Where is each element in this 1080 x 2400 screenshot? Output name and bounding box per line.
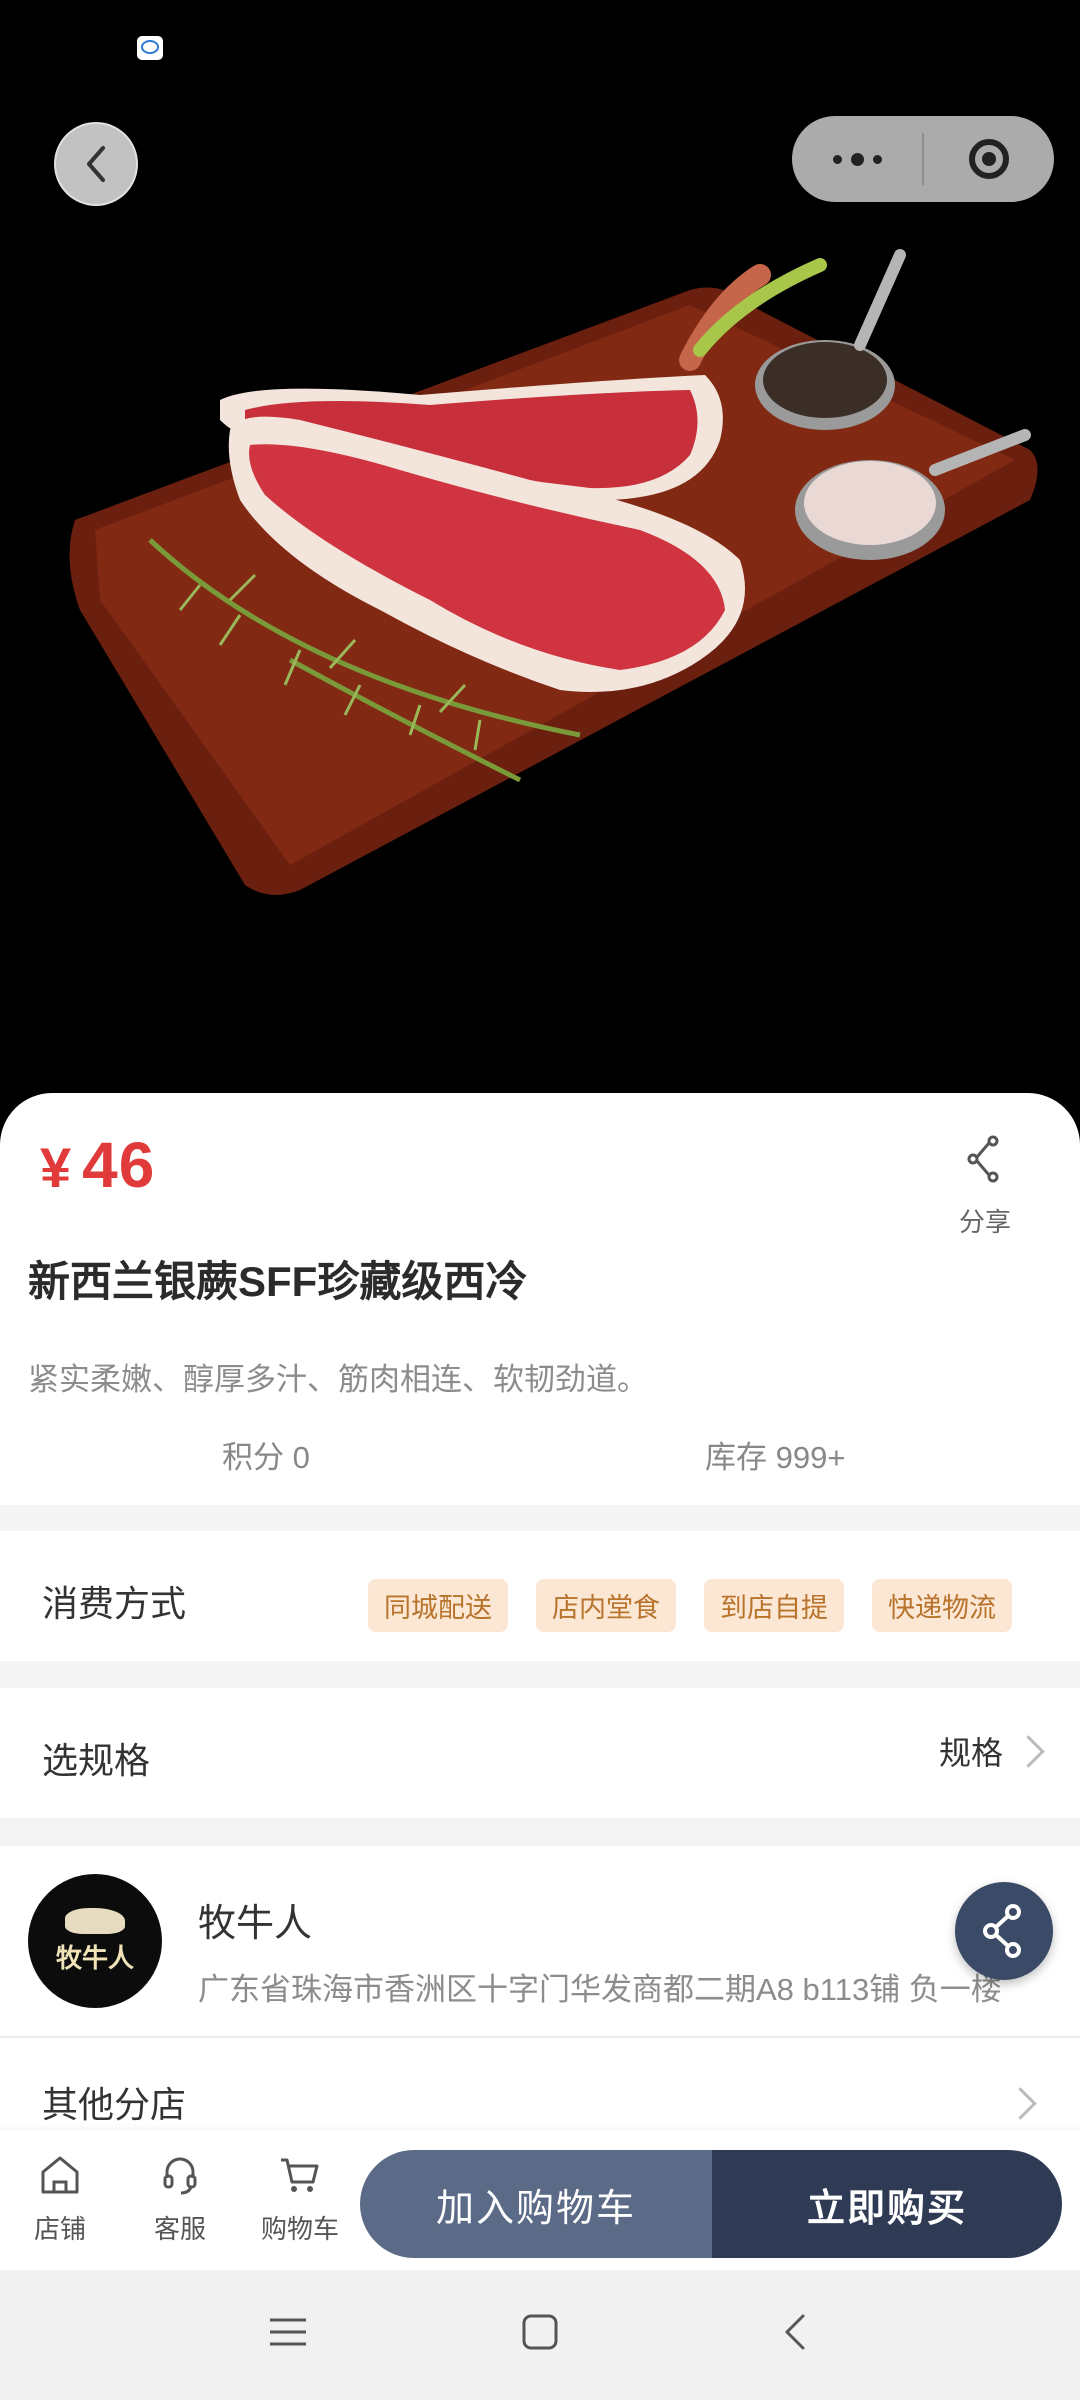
consume-method-label: 消费方式 bbox=[42, 1583, 187, 1624]
back-button[interactable] bbox=[54, 122, 138, 206]
store-icon bbox=[41, 2156, 79, 2194]
mini-program-capsule bbox=[792, 116, 1054, 202]
stock-value: 库存 999+ bbox=[705, 1440, 846, 1475]
share-icon bbox=[983, 1904, 1021, 1958]
product-title: 新西兰银蕨SFF珍藏级西冷 bbox=[28, 1258, 528, 1305]
more-options-button[interactable] bbox=[792, 116, 922, 202]
points-value: 积分 0 bbox=[222, 1440, 310, 1475]
home-icon[interactable] bbox=[520, 2312, 560, 2357]
store-name[interactable]: 牧牛人 bbox=[198, 1892, 312, 1947]
system-back-icon[interactable] bbox=[775, 2312, 815, 2357]
spec-selector[interactable]: 规格 bbox=[938, 1728, 1045, 1774]
chevron-left-icon bbox=[87, 146, 105, 182]
store-logo: 牧牛人 bbox=[28, 1874, 162, 2008]
floating-share-button[interactable] bbox=[955, 1882, 1053, 1980]
tag-express: 快递物流 bbox=[872, 1579, 1012, 1632]
product-description: 紧实柔嫩、醇厚多汁、筋肉相连、软韧劲道。 bbox=[28, 1362, 648, 1397]
close-mini-program-button[interactable] bbox=[924, 116, 1054, 202]
share-button[interactable]: 分享 bbox=[950, 1135, 1020, 1239]
share-icon bbox=[967, 1135, 999, 1183]
tag-dine-in: 店内堂食 bbox=[536, 1579, 676, 1632]
more-dots-icon bbox=[832, 152, 882, 166]
store-address: 广东省珠海市香洲区十字门华发商都二期A8 b113铺 负一楼 bbox=[198, 1972, 1002, 2007]
add-to-cart-button[interactable]: 加入购物车 bbox=[360, 2150, 712, 2258]
store-divider bbox=[0, 2036, 1080, 2038]
tag-local-delivery: 同城配送 bbox=[368, 1579, 508, 1632]
buy-now-button[interactable]: 立即购买 bbox=[712, 2150, 1062, 2258]
cart-icon bbox=[281, 2158, 319, 2192]
nav-store[interactable]: 店铺 bbox=[10, 2152, 110, 2246]
nav-cart[interactable]: 购物车 bbox=[250, 2152, 350, 2246]
headset-icon bbox=[163, 2157, 197, 2195]
share-label: 分享 bbox=[958, 1207, 1011, 1237]
select-spec-row[interactable]: 选规格 规格 bbox=[0, 1688, 1080, 1818]
spec-value: 规格 bbox=[938, 1735, 1003, 1771]
nav-customer-service[interactable]: 客服 bbox=[130, 2152, 230, 2246]
consume-method-row: 消费方式 同城配送 店内堂食 到店自提 快递物流 bbox=[0, 1531, 1080, 1661]
other-branches-link[interactable]: 其他分店 bbox=[42, 2076, 186, 2128]
tag-self-pickup: 到店自提 bbox=[704, 1579, 844, 1632]
system-navigation-bar bbox=[0, 2270, 1080, 2400]
bottom-action-bar: 店铺 客服 购物车 加入购物车 立即购买 bbox=[0, 2130, 1080, 2270]
bull-logo-icon bbox=[65, 1907, 125, 1934]
product-price: ¥46 bbox=[40, 1129, 156, 1201]
consume-method-tags: 同城配送 店内堂食 到店自提 快递物流 bbox=[368, 1579, 1012, 1632]
target-close-icon bbox=[969, 139, 1009, 179]
select-spec-label: 选规格 bbox=[42, 1740, 151, 1781]
chevron-right-icon bbox=[1012, 1734, 1045, 1768]
menu-icon[interactable] bbox=[268, 2312, 308, 2357]
chat-notification-icon bbox=[137, 36, 163, 60]
